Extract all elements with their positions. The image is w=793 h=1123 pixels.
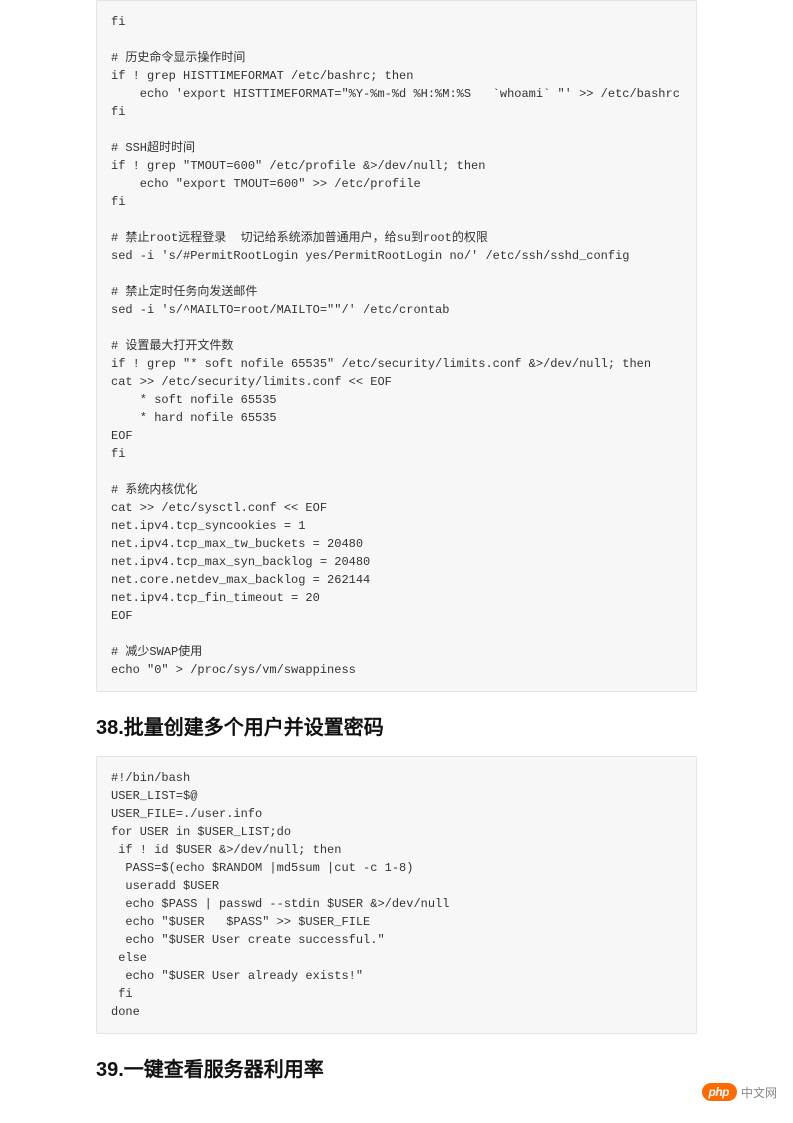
document-content: fi # 历史命令显示操作时间 if ! grep HISTTIMEFORMAT… <box>0 0 793 1084</box>
code-block-2: #!/bin/bash USER_LIST=$@ USER_FILE=./use… <box>96 756 697 1034</box>
code-text-1: fi # 历史命令显示操作时间 if ! grep HISTTIMEFORMAT… <box>111 13 682 679</box>
section-heading-38: 38.批量创建多个用户并设置密码 <box>96 714 697 742</box>
watermark-text: 中文网 <box>741 1084 777 1101</box>
watermark: php 中文网 <box>702 1083 777 1101</box>
section-heading-39: 39.一键查看服务器利用率 <box>96 1056 697 1084</box>
code-text-2: #!/bin/bash USER_LIST=$@ USER_FILE=./use… <box>111 769 682 1021</box>
code-block-1: fi # 历史命令显示操作时间 if ! grep HISTTIMEFORMAT… <box>96 0 697 692</box>
watermark-badge: php <box>702 1083 737 1101</box>
